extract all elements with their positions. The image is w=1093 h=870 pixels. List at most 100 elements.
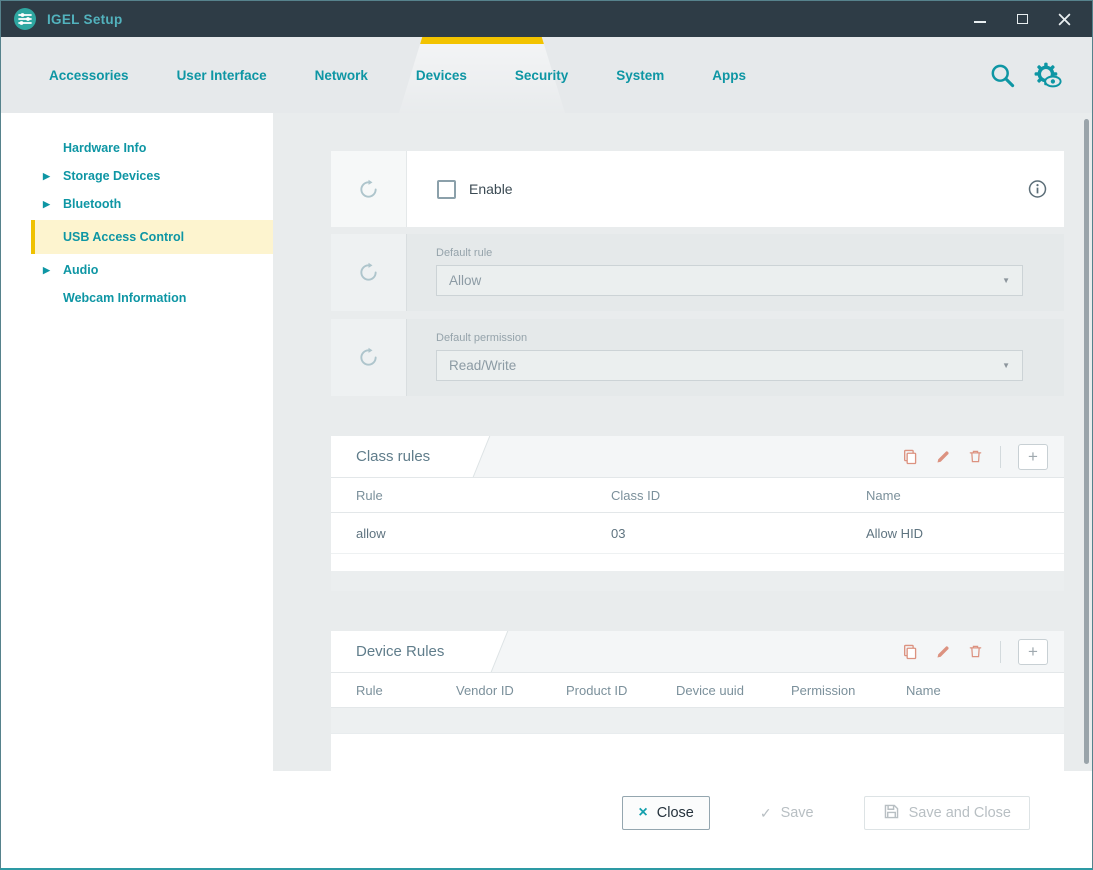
add-icon[interactable]: +	[1018, 639, 1048, 665]
default-rule-label: Default rule	[436, 247, 1023, 259]
column-header: Rule	[356, 488, 611, 503]
expand-arrow-icon[interactable]: ▶	[43, 171, 63, 182]
column-header: Name	[906, 683, 1064, 698]
reset-strip	[331, 151, 407, 227]
sidebar-item-bluetooth[interactable]: ▶ Bluetooth	[1, 190, 273, 218]
settings-content: Enable Default ru	[273, 113, 1092, 771]
default-permission-label: Default permission	[436, 332, 1023, 344]
search-icon[interactable]	[989, 62, 1016, 89]
default-rule-value: Allow	[449, 273, 481, 288]
check-icon: ✓	[760, 805, 772, 822]
delete-icon[interactable]	[968, 644, 983, 659]
edit-icon[interactable]	[935, 644, 951, 660]
igel-logo-icon	[13, 7, 37, 31]
vertical-scrollbar[interactable]	[1084, 119, 1089, 764]
tab-devices[interactable]: Devices	[416, 68, 467, 83]
tabbar-tools	[989, 37, 1062, 113]
class-rules-table-header: Rule Class ID Name	[331, 478, 1064, 513]
sidebar-item-label: Hardware Info	[63, 141, 146, 155]
sidebar-item-webcam-information[interactable]: Webcam Information	[1, 284, 273, 312]
enable-card: Enable	[331, 151, 1064, 227]
cell-class-id: 03	[611, 526, 866, 541]
maximize-icon[interactable]	[1014, 11, 1030, 27]
reset-icon[interactable]	[358, 179, 379, 200]
close-x-icon: ×	[638, 804, 647, 822]
gear-eye-icon[interactable]	[1032, 60, 1062, 90]
sidebar-item-hardware-info[interactable]: Hardware Info	[1, 134, 273, 162]
save-button[interactable]: ✓ Save	[746, 796, 828, 830]
expand-arrow-icon[interactable]: ▶	[43, 199, 63, 210]
class-rules-card: Class rules	[331, 436, 1064, 591]
reset-strip	[331, 319, 407, 396]
tab-user-interface[interactable]: User Interface	[177, 68, 267, 83]
default-rule-select[interactable]: Allow ▼	[436, 265, 1023, 296]
footer-bar: × Close ✓ Save Save and Close	[1, 771, 1092, 868]
class-rules-header: Class rules	[331, 436, 1064, 478]
table-footer-strip	[331, 571, 1064, 591]
add-icon[interactable]: +	[1018, 444, 1048, 470]
minimize-icon[interactable]	[972, 11, 988, 27]
expand-arrow-icon[interactable]: ▶	[43, 265, 63, 276]
column-header: Class ID	[611, 488, 866, 503]
reset-icon[interactable]	[358, 262, 379, 283]
tab-bar: Accessories User Interface Network Devic…	[1, 37, 1092, 113]
chevron-down-icon: ▼	[1002, 276, 1010, 285]
tab-network[interactable]: Network	[315, 68, 368, 83]
copy-icon[interactable]	[902, 449, 918, 465]
save-floppy-icon	[883, 803, 900, 824]
edit-icon[interactable]	[935, 449, 951, 465]
delete-icon[interactable]	[968, 449, 983, 464]
reset-icon[interactable]	[358, 347, 379, 368]
chevron-down-icon: ▼	[1002, 361, 1010, 370]
sidebar-item-usb-access-control[interactable]: USB Access Control	[31, 220, 273, 254]
sidebar-item-label: Webcam Information	[63, 291, 186, 305]
tab-security[interactable]: Security	[515, 68, 568, 83]
tab-accessories[interactable]: Accessories	[49, 68, 129, 83]
column-header: Vendor ID	[456, 683, 566, 698]
close-button-label: Close	[657, 805, 694, 821]
divider	[1000, 641, 1001, 663]
save-and-close-button-label: Save and Close	[909, 805, 1011, 821]
tab-apps[interactable]: Apps	[712, 68, 746, 83]
cell-name: Allow HID	[866, 526, 1064, 541]
sidebar: Hardware Info ▶ Storage Devices ▶ Blueto…	[1, 113, 273, 771]
enable-checkbox[interactable]	[437, 180, 456, 199]
sidebar-item-label: Bluetooth	[63, 197, 121, 211]
column-header: Rule	[356, 683, 456, 698]
default-permission-value: Read/Write	[449, 358, 516, 373]
default-permission-select[interactable]: Read/Write ▼	[436, 350, 1023, 381]
close-icon[interactable]	[1056, 11, 1072, 27]
device-rules-actions: +	[902, 631, 1048, 672]
info-icon[interactable]	[1028, 180, 1047, 199]
default-rule-field: Default rule Allow ▼	[436, 247, 1023, 296]
reset-strip	[331, 234, 407, 311]
sidebar-item-storage-devices[interactable]: ▶ Storage Devices	[1, 162, 273, 190]
tab-system[interactable]: System	[616, 68, 664, 83]
device-rules-title: Device Rules	[356, 631, 444, 672]
default-permission-card: Default permission Read/Write ▼	[331, 319, 1064, 396]
class-rules-title: Class rules	[356, 436, 430, 477]
device-rules-table-header: Rule Vendor ID Product ID Device uuid Pe…	[331, 673, 1064, 708]
default-permission-field: Default permission Read/Write ▼	[436, 332, 1023, 381]
cell-rule: allow	[356, 526, 611, 541]
window-title: IGEL Setup	[47, 12, 123, 27]
empty-table-area	[331, 708, 1064, 734]
tab-strip: Accessories User Interface Network Devic…	[49, 37, 746, 113]
default-rule-card: Default rule Allow ▼	[331, 234, 1064, 311]
column-header: Name	[866, 488, 1064, 503]
sidebar-item-audio[interactable]: ▶ Audio	[1, 256, 273, 284]
titlebar: IGEL Setup	[1, 1, 1092, 37]
igel-setup-window: IGEL Setup Accessories User Interface Ne…	[0, 0, 1093, 870]
window-controls	[972, 11, 1080, 27]
column-header: Product ID	[566, 683, 676, 698]
enable-row: Enable	[407, 151, 1064, 227]
copy-icon[interactable]	[902, 644, 918, 660]
class-rule-row[interactable]: allow 03 Allow HID	[331, 513, 1064, 554]
close-button[interactable]: × Close	[622, 796, 709, 830]
divider	[1000, 446, 1001, 468]
sidebar-item-label: Storage Devices	[63, 169, 160, 183]
save-button-label: Save	[781, 805, 814, 821]
device-rules-header: Device Rules	[331, 631, 1064, 673]
device-rules-card: Device Rules	[331, 631, 1064, 771]
save-and-close-button[interactable]: Save and Close	[864, 796, 1030, 830]
